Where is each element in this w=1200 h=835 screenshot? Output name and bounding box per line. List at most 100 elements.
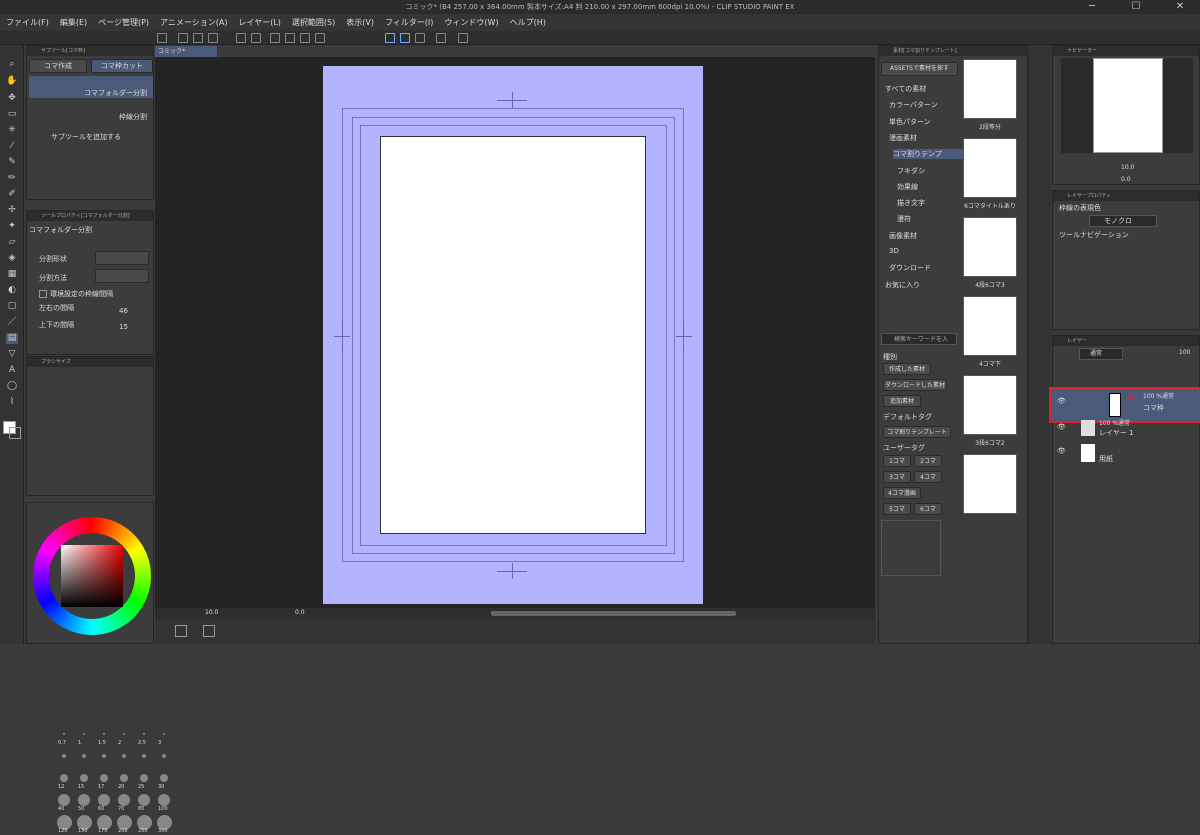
brush-size-cell[interactable]: 1 [75, 727, 93, 747]
brush-size-cell[interactable]: 17 [95, 771, 113, 791]
material-item[interactable]: 漫符 [897, 214, 911, 224]
env-spacing-checkbox[interactable] [39, 290, 47, 298]
crop-icon[interactable] [315, 33, 325, 43]
move-tool-icon[interactable]: ✥ [6, 93, 18, 104]
divide-shape-select[interactable] [95, 251, 149, 265]
sync-icon[interactable] [458, 33, 468, 43]
material-item[interactable]: 3D [889, 247, 899, 255]
special-ruler-icon[interactable] [436, 33, 446, 43]
figure-tool-icon[interactable]: ▢ [6, 301, 18, 312]
brush-size-cell[interactable]: 15 [75, 771, 93, 791]
layer-opacity-value[interactable]: 100 [1179, 349, 1190, 356]
ud-spacing-value[interactable]: 15 [119, 323, 128, 331]
lr-spacing-value[interactable]: 46 [119, 307, 128, 315]
menu-selection[interactable]: 選択範囲(S) [292, 17, 335, 28]
brush-size-cell[interactable]: 170 [95, 814, 113, 835]
template-thumb-5[interactable] [963, 375, 1017, 435]
select-tool-icon[interactable]: ▭ [6, 109, 18, 120]
brush-size-cell[interactable]: 0.7 [55, 727, 73, 747]
material-item[interactable]: ダウンロード [889, 263, 931, 273]
brush-size-cell[interactable] [155, 749, 173, 769]
menu-edit[interactable]: 編集(E) [60, 17, 87, 28]
snap-grid-icon[interactable] [400, 33, 410, 43]
navigator-angle-value[interactable]: 0.0 [1121, 176, 1131, 183]
brush-size-cell[interactable]: 2 [115, 727, 133, 747]
brush-size-cell[interactable]: 100 [155, 793, 173, 813]
downloaded-material-button[interactable]: ダウンロードした素材 [883, 379, 947, 391]
brush-size-cell[interactable]: 300 [155, 814, 173, 835]
minimize-button[interactable]: ─ [1072, 0, 1112, 14]
subtool-item-border-divide[interactable]: 枠線分割 [29, 100, 153, 122]
tag-5koma[interactable]: 5コマ [883, 503, 911, 515]
tag-template-button[interactable]: コマ割りテンプレート [883, 426, 951, 438]
blend-mode-select[interactable]: 通常 [1079, 348, 1123, 360]
menu-layer[interactable]: レイヤー(L) [238, 17, 280, 28]
brush-size-cell[interactable] [75, 749, 93, 769]
material-item[interactable]: カラーパターン [889, 100, 938, 110]
created-material-button[interactable]: 作成した素材 [883, 363, 931, 375]
airbrush-tool-icon[interactable]: ✢ [6, 205, 18, 216]
brush-size-cell[interactable]: 150 [75, 814, 93, 835]
frame-tool-icon[interactable]: ▤ [6, 333, 18, 344]
page-manage-icon[interactable] [203, 625, 215, 637]
layer-row-paper[interactable]: 👁 用紙 [1051, 442, 1200, 463]
eraser-tool-icon[interactable]: ▱ [6, 237, 18, 248]
material-item[interactable]: お気に入り [885, 280, 920, 290]
ruler-tool-icon[interactable]: ／ [6, 317, 18, 328]
brush-size-cell[interactable]: 50 [75, 793, 93, 813]
template-thumb-3[interactable] [963, 217, 1017, 277]
template-thumb-1[interactable] [963, 59, 1017, 119]
open-icon[interactable] [193, 33, 203, 43]
menu-help[interactable]: ヘルプ(H) [510, 17, 546, 28]
snap-ruler-icon[interactable] [385, 33, 395, 43]
material-item[interactable]: コマ割りテンプ [893, 149, 963, 160]
navigator-zoom-value[interactable]: 10.0 [1121, 164, 1134, 171]
brush-size-cell[interactable]: 70 [115, 793, 133, 813]
blend-tool-icon[interactable]: ◈ [6, 253, 18, 264]
decoration-tool-icon[interactable]: ✦ [6, 221, 18, 232]
horizontal-scrollbar[interactable] [491, 611, 736, 616]
menu-filter[interactable]: フィルター(I) [385, 17, 433, 28]
material-item[interactable]: 描き文字 [897, 198, 925, 208]
tag-1koma[interactable]: 1コマ [883, 455, 911, 467]
frame-color-select[interactable]: モノクロ [1089, 215, 1157, 227]
save-icon[interactable] [208, 33, 218, 43]
material-search-input[interactable]: 検索キーワードを入 [881, 333, 957, 345]
brush-size-cell[interactable]: 30 [155, 771, 173, 791]
text-tool-icon[interactable]: ▽ [6, 349, 18, 360]
correction-tool-icon[interactable]: ⌇ [6, 397, 18, 408]
added-material-button[interactable]: 追加素材 [883, 395, 921, 407]
eye-icon[interactable]: 👁 [1057, 447, 1066, 455]
tab-frame-cut[interactable]: コマ枠カット [91, 59, 153, 73]
pencil-tool-icon[interactable]: ✏ [6, 173, 18, 184]
layer-row-layer1[interactable]: 👁 100 %通常 レイヤー 1 [1051, 418, 1200, 438]
undo-icon[interactable] [236, 33, 246, 43]
material-item[interactable]: 画像素材 [889, 231, 917, 241]
redo-icon[interactable] [251, 33, 261, 43]
manga-frame[interactable] [380, 136, 646, 534]
tab-frame-create[interactable]: コマ作成 [29, 59, 87, 73]
menu-view[interactable]: 表示(V) [346, 17, 374, 28]
fill-tool-icon[interactable]: ▦ [6, 269, 18, 280]
divide-method-select[interactable] [95, 269, 149, 283]
tag-6koma[interactable]: 6コマ [914, 503, 942, 515]
menu-page[interactable]: ページ管理(P) [98, 17, 149, 28]
menu-file[interactable]: ファイル(F) [6, 17, 49, 28]
saturation-square[interactable] [61, 545, 123, 607]
template-thumb-6[interactable] [963, 454, 1017, 514]
gradient-tool-icon[interactable]: ◐ [6, 285, 18, 296]
hand-tool-icon[interactable]: ✋ [6, 76, 18, 87]
transform-icon[interactable] [300, 33, 310, 43]
add-subtool-link[interactable]: サブツールを追加する [51, 132, 121, 142]
menu-window[interactable]: ウィンドウ(W) [444, 17, 498, 28]
material-item[interactable]: 効果線 [897, 182, 918, 192]
eye-icon[interactable]: 👁 [1057, 423, 1066, 431]
brush-size-cell[interactable]: 2.5 [135, 727, 153, 747]
snap-point-icon[interactable] [415, 33, 425, 43]
brush-size-cell[interactable]: 200 [115, 814, 133, 835]
tag-4koma[interactable]: 4コマ [914, 471, 942, 483]
eyedropper-tool-icon[interactable]: ⁄ [6, 141, 18, 152]
tag-3koma[interactable]: 3コマ [883, 471, 911, 483]
wand-tool-icon[interactable]: ✳ [6, 125, 18, 136]
brush-size-cell[interactable]: 250 [135, 814, 153, 835]
